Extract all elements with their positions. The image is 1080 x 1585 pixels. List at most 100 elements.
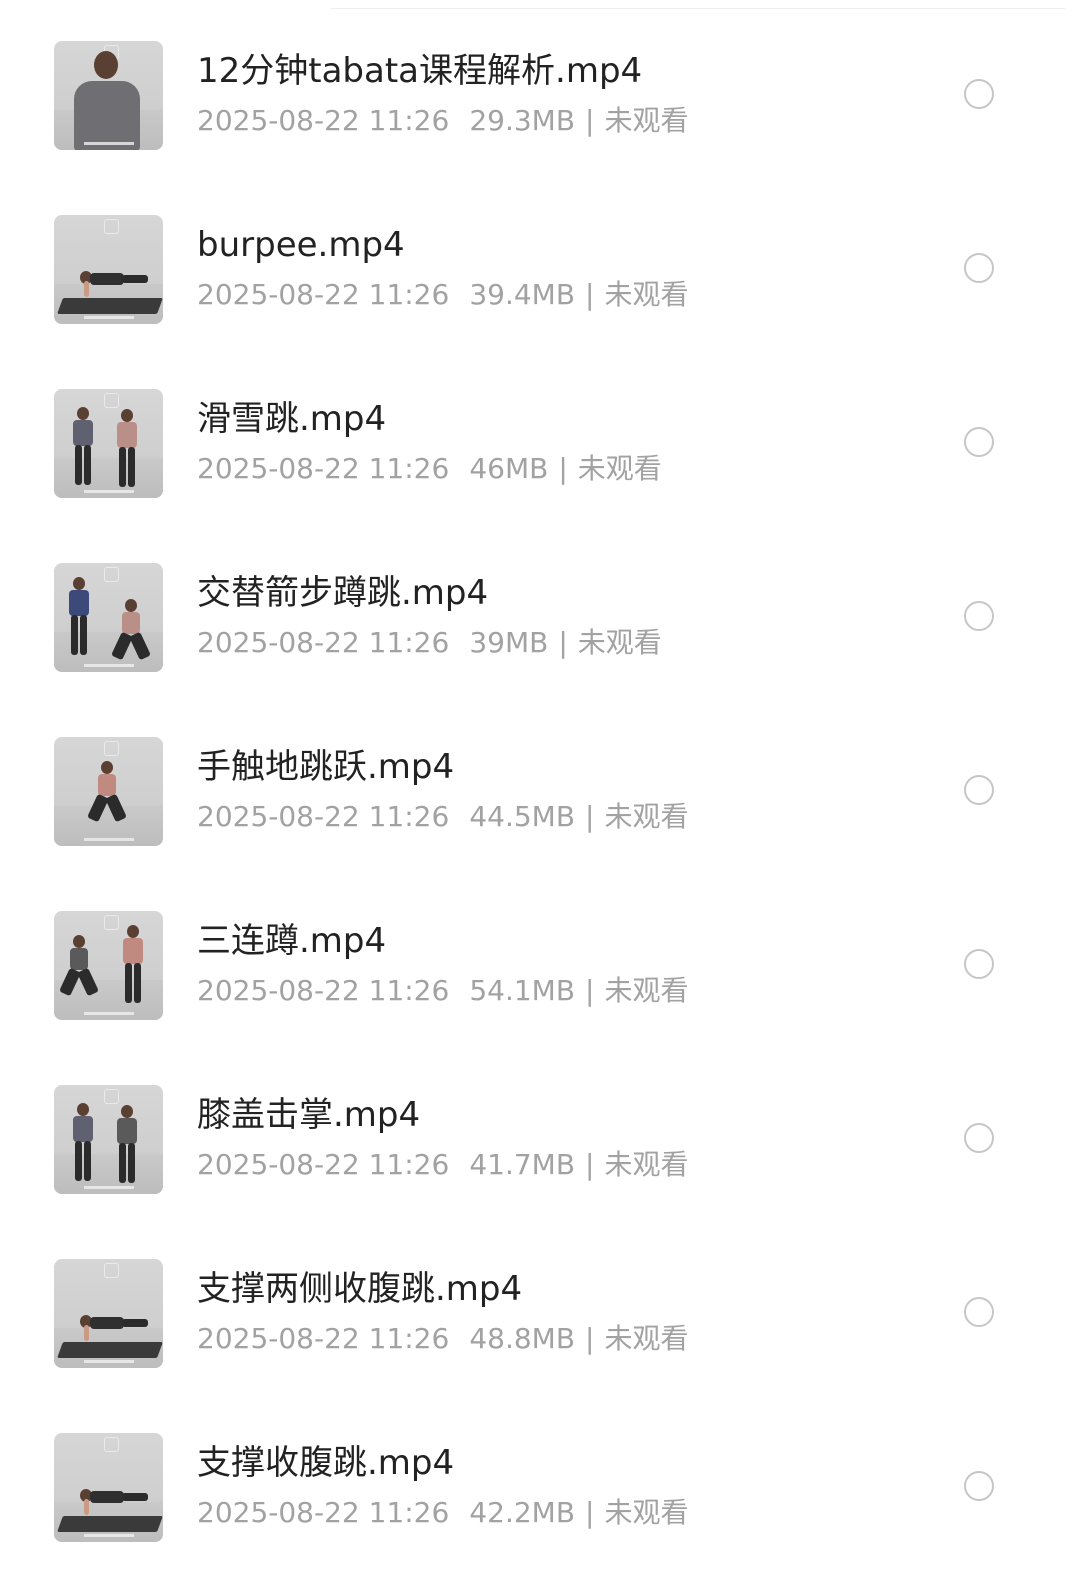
watermark-icon — [104, 393, 119, 408]
select-radio-button[interactable] — [964, 79, 994, 109]
video-thumbnail[interactable] — [54, 563, 163, 672]
figure-head — [77, 407, 89, 420]
select-radio-button[interactable] — [964, 1297, 994, 1327]
file-size: 41.7MB — [469, 1148, 576, 1181]
figure-leg — [80, 615, 87, 655]
figure-leg — [71, 615, 78, 655]
file-date: 2025-08-22 11:26 — [197, 278, 450, 311]
file-name: 交替箭步蹲跳.mp4 — [197, 573, 489, 613]
person-figure — [68, 1103, 98, 1183]
file-name: 手触地跳跃.mp4 — [197, 747, 455, 787]
file-name: burpee.mp4 — [197, 225, 405, 265]
video-thumbnail[interactable] — [54, 215, 163, 324]
file-name: 膝盖击掌.mp4 — [197, 1095, 421, 1135]
figure-torso — [117, 422, 137, 448]
video-thumbnail[interactable] — [54, 911, 163, 1020]
person-figure — [59, 935, 99, 1015]
person-figure — [78, 267, 148, 297]
file-size: 48.8MB — [469, 1322, 576, 1355]
video-thumbnail[interactable] — [54, 1259, 163, 1368]
figure-leg — [122, 1319, 148, 1327]
figure-torso — [70, 948, 88, 970]
file-item[interactable]: 12分钟tabata课程解析.mp4 2025-08-22 11:26 29.3M… — [0, 9, 1080, 183]
file-item[interactable]: 三连蹲.mp4 2025-08-22 11:26 54.1MB | 未观看 — [0, 879, 1080, 1053]
file-item[interactable]: 交替箭步蹲跳.mp4 2025-08-22 11:26 39MB | 未观看 — [0, 531, 1080, 705]
file-size: 42.2MB — [469, 1496, 576, 1529]
figure-head — [94, 51, 118, 79]
select-radio-button[interactable] — [964, 1471, 994, 1501]
file-item[interactable]: 滑雪跳.mp4 2025-08-22 11:26 46MB | 未观看 — [0, 357, 1080, 531]
figure-torso — [74, 81, 140, 150]
meta-separator: | — [558, 626, 568, 659]
file-date: 2025-08-22 11:26 — [197, 626, 450, 659]
watermark-icon — [104, 915, 119, 930]
select-radio-button[interactable] — [964, 949, 994, 979]
figure-leg — [119, 447, 126, 487]
figure-torso — [90, 273, 124, 285]
figure-head — [73, 935, 85, 948]
figure-torso — [73, 1116, 93, 1142]
meta-separator: | — [585, 1322, 595, 1355]
meta-separator: | — [558, 452, 568, 485]
video-thumbnail[interactable] — [54, 389, 163, 498]
figure-head — [73, 577, 85, 590]
file-meta: 2025-08-22 11:26 44.5MB | 未观看 — [197, 799, 689, 835]
thumbnail-caption — [84, 1360, 134, 1363]
figure-head — [121, 409, 133, 422]
file-size: 39MB — [469, 626, 549, 659]
watermark-icon — [104, 741, 119, 756]
file-size: 29.3MB — [469, 104, 576, 137]
watermark-icon — [104, 219, 119, 234]
video-thumbnail[interactable] — [54, 737, 163, 846]
file-item[interactable]: 支撑两侧收腹跳.mp4 2025-08-22 11:26 48.8MB | 未观看 — [0, 1227, 1080, 1401]
person-figure — [112, 409, 142, 489]
video-thumbnail[interactable] — [54, 1433, 163, 1542]
figure-arm — [84, 281, 89, 297]
watch-status: 未观看 — [604, 278, 689, 311]
figure-head — [121, 1105, 133, 1118]
person-figure — [68, 407, 98, 487]
meta-separator: | — [585, 278, 595, 311]
select-radio-button[interactable] — [964, 601, 994, 631]
meta-separator: | — [585, 1496, 595, 1529]
thumbnail-caption — [84, 1534, 134, 1537]
watch-status: 未观看 — [604, 800, 689, 833]
figure-leg — [75, 445, 82, 485]
file-item[interactable]: 膝盖击掌.mp4 2025-08-22 11:26 41.7MB | 未观看 — [0, 1053, 1080, 1227]
file-meta: 2025-08-22 11:26 39MB | 未观看 — [197, 625, 662, 661]
figure-leg — [134, 963, 141, 1003]
file-item[interactable]: burpee.mp4 2025-08-22 11:26 39.4MB | 未观看 — [0, 183, 1080, 357]
file-size: 54.1MB — [469, 974, 576, 1007]
select-radio-button[interactable] — [964, 253, 994, 283]
meta-separator: | — [585, 974, 595, 1007]
file-item[interactable]: 支撑收腹跳.mp4 2025-08-22 11:26 42.2MB | 未观看 — [0, 1401, 1080, 1575]
trainer-figure — [72, 51, 142, 150]
watch-status: 未观看 — [604, 104, 689, 137]
video-thumbnail[interactable] — [54, 1085, 163, 1194]
file-name: 支撑两侧收腹跳.mp4 — [197, 1269, 523, 1309]
person-figure — [78, 1485, 148, 1515]
file-meta: 2025-08-22 11:26 39.4MB | 未观看 — [197, 277, 689, 313]
person-figure — [87, 761, 127, 841]
select-radio-button[interactable] — [964, 1123, 994, 1153]
file-meta: 2025-08-22 11:26 42.2MB | 未观看 — [197, 1495, 689, 1531]
figure-head — [125, 599, 137, 612]
exercise-mat — [57, 1342, 163, 1358]
select-radio-button[interactable] — [964, 775, 994, 805]
figure-leg — [125, 963, 132, 1003]
file-date: 2025-08-22 11:26 — [197, 452, 450, 485]
figure-torso — [117, 1118, 137, 1144]
thumbnail-caption — [84, 316, 134, 319]
figure-torso — [73, 420, 93, 446]
exercise-mat — [57, 1516, 163, 1532]
figure-torso — [69, 590, 89, 616]
video-thumbnail[interactable] — [54, 41, 163, 150]
watch-status: 未观看 — [577, 626, 662, 659]
thumbnail-caption — [84, 490, 134, 493]
exercise-mat — [57, 298, 163, 314]
select-radio-button[interactable] — [964, 427, 994, 457]
thumbnail-caption — [84, 1012, 134, 1015]
figure-torso — [123, 938, 143, 964]
file-item[interactable]: 手触地跳跃.mp4 2025-08-22 11:26 44.5MB | 未观看 — [0, 705, 1080, 879]
watch-status: 未观看 — [577, 452, 662, 485]
